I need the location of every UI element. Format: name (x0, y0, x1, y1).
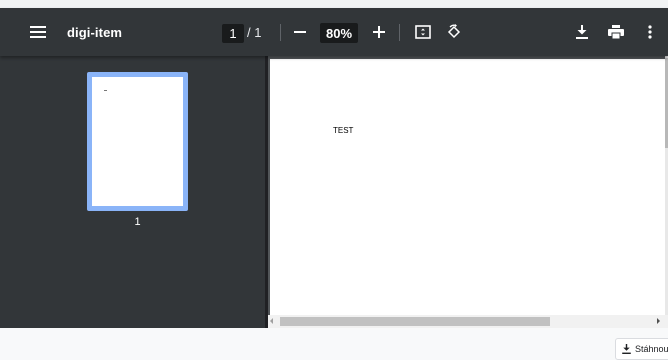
scroll-left-arrow-icon[interactable] (270, 318, 273, 324)
thumbnail-page (92, 77, 183, 206)
more-vert-icon (648, 25, 652, 39)
horizontal-scrollbar-thumb[interactable] (280, 317, 550, 326)
download-icon (576, 25, 588, 39)
document-title: digi-item (67, 24, 123, 40)
more-actions-button[interactable] (642, 8, 658, 56)
download-item-label: Stáhnou (635, 344, 668, 354)
page-thumbnail[interactable] (87, 72, 188, 211)
downloads-bar: Stáhnou (0, 328, 668, 360)
menu-button[interactable] (26, 8, 50, 56)
download-item-button[interactable]: Stáhnou (615, 338, 668, 360)
pdf-viewer: 1 TEST (0, 56, 668, 328)
thumbnail-sidebar: 1 (0, 56, 265, 328)
zoom-level-input[interactable]: 80% (320, 23, 358, 43)
zoom-out-button[interactable] (290, 8, 310, 56)
download-button[interactable] (572, 8, 592, 56)
download-icon (622, 344, 631, 354)
toolbar-separator (399, 24, 400, 41)
toolbar-separator (280, 24, 281, 41)
menu-icon (30, 25, 46, 39)
page-number-input[interactable]: 1 (222, 24, 244, 43)
plus-icon (373, 26, 385, 38)
sidebar-divider (265, 56, 268, 328)
zoom-in-button[interactable] (369, 8, 389, 56)
document-page: TEST (270, 59, 665, 315)
rotate-button[interactable] (444, 8, 464, 56)
thumbnail-text-mark (104, 90, 107, 91)
print-button[interactable] (606, 8, 626, 56)
print-icon (608, 25, 624, 39)
scroll-right-arrow-icon[interactable] (657, 318, 660, 324)
page-total: / 1 (247, 24, 262, 40)
fit-to-page-button[interactable] (413, 8, 433, 56)
thumbnail-page-number: 1 (134, 216, 141, 228)
fit-to-page-icon (415, 24, 431, 40)
horizontal-scrollbar[interactable] (268, 315, 668, 328)
minus-icon (294, 26, 306, 38)
page-text: TEST (333, 126, 354, 135)
pdf-toolbar: digi-item 1 / 1 80% (0, 8, 668, 56)
rotate-icon (446, 24, 462, 40)
